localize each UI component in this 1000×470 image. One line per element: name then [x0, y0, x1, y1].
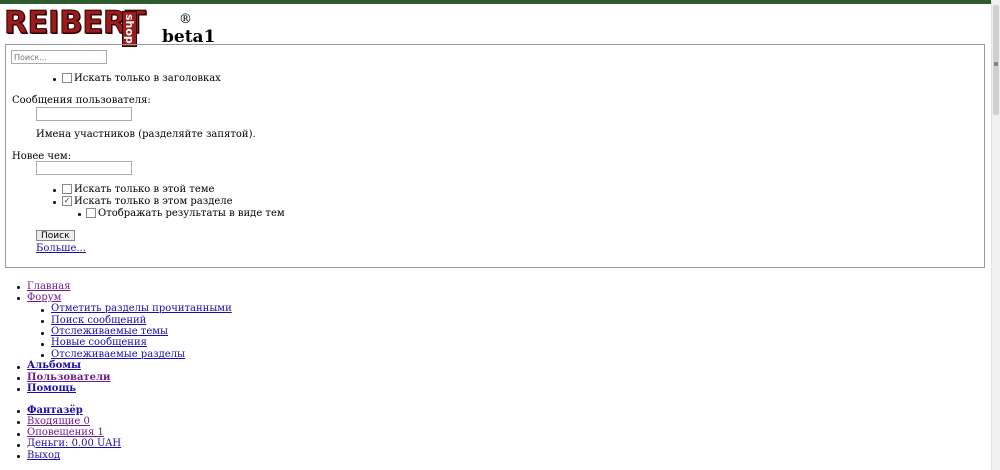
- alerts-link[interactable]: Оповещения 1: [27, 427, 104, 438]
- nav-users-link[interactable]: Пользователи: [27, 372, 110, 383]
- list-bullet: [17, 388, 20, 391]
- members-hint: Имена участников (разделяйте запятой).: [36, 129, 256, 140]
- nav-home-link[interactable]: Главная: [27, 281, 71, 292]
- search-messages-link[interactable]: Поиск сообщений: [51, 315, 146, 326]
- list-bullet: [17, 377, 20, 380]
- search-input[interactable]: [11, 50, 107, 64]
- mark-sections-read-link[interactable]: Отметить разделы прочитанными: [51, 303, 232, 314]
- logo-shop-tag: shop: [122, 11, 137, 47]
- more-options-link[interactable]: Больше...: [36, 243, 86, 254]
- user-messages-label: Сообщения пользователя:: [12, 95, 151, 106]
- watched-sections-link[interactable]: Отслеживаемые разделы: [51, 349, 185, 360]
- this-thread-label: Искать только в этой теме: [74, 184, 215, 195]
- this-section-checkbox[interactable]: ✓: [62, 196, 72, 206]
- nav-albums-link[interactable]: Альбомы: [27, 360, 81, 371]
- watched-threads-link[interactable]: Отслеживаемые темы: [51, 326, 168, 337]
- logout-link[interactable]: Выход: [27, 450, 60, 461]
- list-bullet: [17, 297, 20, 300]
- list-bullet: [41, 320, 44, 323]
- list-bullet: [53, 189, 56, 192]
- newer-than-input[interactable]: [36, 161, 132, 175]
- this-thread-checkbox[interactable]: [62, 184, 72, 194]
- logo-registered-mark: ®: [179, 12, 192, 27]
- list-bullet: [41, 309, 44, 312]
- as-threads-checkbox[interactable]: [86, 208, 96, 218]
- nav-forum-link[interactable]: Форум: [27, 292, 61, 303]
- list-bullet: [17, 421, 20, 424]
- vertical-scrollbar[interactable]: [991, 0, 1000, 470]
- as-threads-label: Отображать результаты в виде тем: [98, 208, 285, 219]
- inbox-link[interactable]: Входящие 0: [27, 416, 90, 427]
- list-bullet: [53, 201, 56, 204]
- search-button[interactable]: Поиск: [36, 230, 75, 241]
- list-bullet: [41, 343, 44, 346]
- list-bullet: [41, 354, 44, 357]
- list-bullet: [17, 366, 20, 369]
- titles-only-label: Искать только в заголовках: [74, 73, 221, 84]
- scrollbar-thumb[interactable]: [993, 5, 999, 115]
- user-profile-link[interactable]: Фантазёр: [27, 405, 83, 416]
- list-bullet: [17, 455, 20, 458]
- nav-help-link[interactable]: Помощь: [27, 383, 76, 394]
- titles-only-checkbox[interactable]: [62, 73, 72, 83]
- list-bullet: [17, 410, 20, 413]
- list-bullet: [17, 433, 20, 436]
- list-bullet: [78, 213, 81, 216]
- search-panel: Искать только в заголовках Сообщения пол…: [5, 44, 985, 268]
- list-bullet: [53, 78, 56, 81]
- list-bullet: [41, 332, 44, 335]
- list-bullet: [17, 286, 20, 289]
- money-link[interactable]: Деньги: 0.00 UAH: [27, 438, 121, 449]
- new-messages-link[interactable]: Новые сообщения: [51, 337, 147, 348]
- list-bullet: [17, 444, 20, 447]
- this-section-label: Искать только в этом разделе: [74, 196, 233, 207]
- top-accent-bar: [0, 0, 993, 4]
- user-messages-input[interactable]: [36, 107, 132, 121]
- scrollbar-marker: [994, 62, 998, 66]
